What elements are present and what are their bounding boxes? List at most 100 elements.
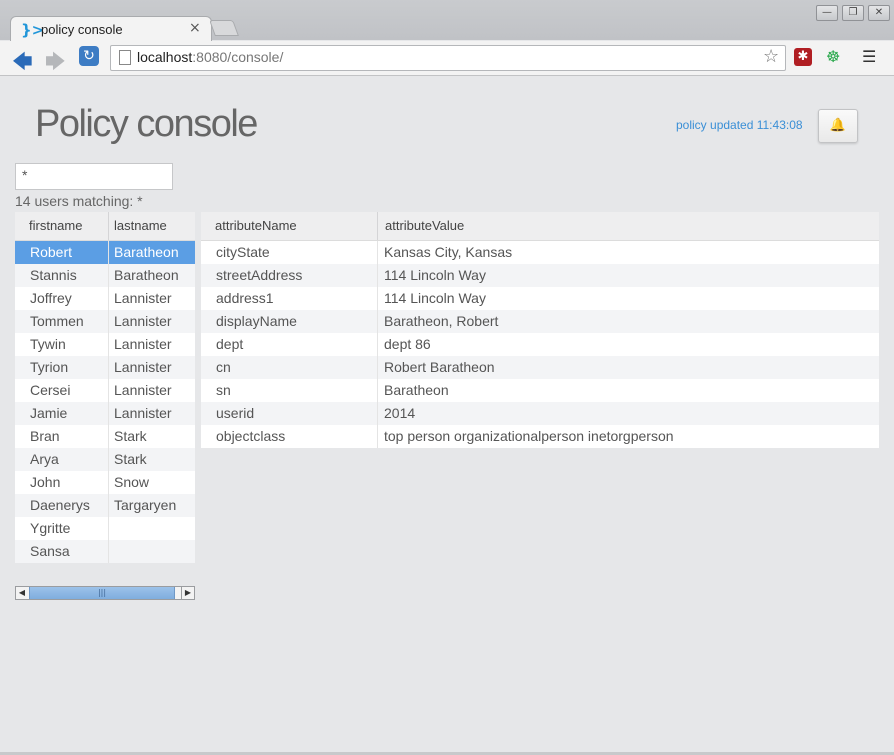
user-lastname: Stark [114,451,147,467]
page-title: Policy console [35,103,258,145]
user-row[interactable]: Ygritte [15,517,195,540]
column-header-firstname[interactable]: firstname [29,212,82,240]
attribute-value: Baratheon, Robert [384,313,499,329]
user-lastname: Lannister [114,336,172,352]
minimize-button[interactable]: — [816,5,838,21]
attribute-row[interactable]: cn Robert Baratheon [201,356,879,379]
user-firstname: Sansa [30,543,70,559]
horizontal-scrollbar[interactable]: ◀ ||| ▶ [15,586,195,600]
user-row[interactable]: Tywin Lannister [15,333,195,356]
url-host: localhost [137,49,193,65]
user-firstname: Cersei [30,382,71,398]
user-lastname: Lannister [114,382,172,398]
user-lastname: Lannister [114,359,172,375]
user-lastname: Baratheon [114,267,179,283]
user-row[interactable]: Joffrey Lannister [15,287,195,310]
browser-toolbar: 🡄 🡆 ↻ localhost:8080/console/ ☆ ✱ ☸ ☰ [0,41,894,76]
attribute-value: 114 Lincoln Way [384,267,486,283]
attribute-name: address1 [216,290,274,306]
column-header-attribute-name[interactable]: attributeName [215,212,297,240]
notify-button[interactable]: 🔔 [818,109,858,143]
attribute-row[interactable]: dept dept 86 [201,333,879,356]
user-row[interactable]: Tyrion Lannister [15,356,195,379]
attribute-row[interactable]: sn Baratheon [201,379,879,402]
attribute-row[interactable]: address1 114 Lincoln Way [201,287,879,310]
reload-icon[interactable]: ↻ [79,46,99,66]
policy-status: policy updated 11:43:08 [676,118,803,132]
attribute-value: top person organizationalperson inetorgp… [384,428,674,444]
users-grid-header: firstname lastname [15,212,195,241]
tab-policy-console[interactable]: }> policy console × [10,16,212,43]
attribute-value: dept 86 [384,336,431,352]
attribute-name: streetAddress [216,267,303,283]
hamburger-menu-icon[interactable]: ☰ [862,47,876,66]
attribute-value: Robert Baratheon [384,359,495,375]
attribute-row[interactable]: userid 2014 [201,402,879,425]
new-tab-button[interactable] [209,20,239,36]
attribute-name: userid [216,405,255,421]
url-path: :8080/console/ [192,49,284,65]
user-row[interactable]: Daenerys Targaryen [15,494,195,517]
tab-strip: }> policy console × — ❐ ✕ [0,0,894,43]
attribute-name: dept [216,336,244,352]
user-lastname: Stark [114,428,147,444]
scroll-left-icon[interactable]: ◀ [16,587,28,599]
user-lastname: Lannister [114,313,172,329]
user-firstname: Joffrey [30,290,72,306]
search-input[interactable]: * [15,163,173,190]
close-window-button[interactable]: ✕ [868,5,890,21]
bell-icon: 🔔 [829,118,847,133]
user-firstname: Ygritte [30,520,71,536]
attribute-name: cityState [216,244,270,260]
attribute-value: Baratheon [384,382,449,398]
forward-arrow-icon[interactable]: 🡆 [45,47,66,81]
user-row[interactable]: John Snow [15,471,195,494]
attribute-row[interactable]: streetAddress 114 Lincoln Way [201,264,879,287]
user-lastname: Lannister [114,405,172,421]
attribute-name: sn [216,382,231,398]
attribute-value: 2014 [384,405,416,421]
attribute-row[interactable]: displayName Baratheon, Robert [201,310,879,333]
user-firstname: Stannis [30,267,77,283]
user-row[interactable]: Jamie Lannister [15,402,195,425]
attribute-value: Kansas City, Kansas [384,244,513,260]
user-row[interactable]: Arya Stark [15,448,195,471]
page-icon [119,50,131,65]
user-firstname: John [30,474,61,490]
user-row[interactable]: Tommen Lannister [15,310,195,333]
user-firstname: Tyrion [30,359,69,375]
maximize-button[interactable]: ❐ [842,5,864,21]
user-firstname: Tommen [30,313,84,329]
match-count-label: 14 users matching: * [15,193,143,209]
address-bar[interactable]: localhost:8080/console/ ☆ [110,45,786,71]
tab-title: policy console [41,22,123,37]
attribute-name: cn [216,359,231,375]
scroll-right-icon[interactable]: ▶ [181,587,194,599]
column-header-lastname[interactable]: lastname [114,212,167,240]
user-firstname: Robert [30,244,73,260]
attribute-row[interactable]: cityState Kansas City, Kansas [201,241,879,264]
user-firstname: Arya [30,451,59,467]
back-arrow-icon[interactable]: 🡄 [12,47,33,81]
url-text: localhost:8080/console/ [137,49,283,65]
attribute-row[interactable]: objectclass top person organizationalpers… [201,425,879,448]
star-icon[interactable]: ☆ [763,46,779,67]
user-row[interactable]: Stannis Baratheon [15,264,195,287]
user-row[interactable]: Bran Stark [15,425,195,448]
user-lastname: Baratheon [114,244,179,260]
scroll-thumb[interactable]: ||| [29,587,175,599]
user-lastname: Snow [114,474,150,490]
green-extension-icon[interactable]: ☸ [826,47,840,66]
user-row[interactable]: Cersei Lannister [15,379,195,402]
attributes-grid-header: attributeName attributeValue [201,212,879,241]
attribute-name: objectclass [216,428,286,444]
user-firstname: Tywin [30,336,66,352]
user-firstname: Bran [30,428,60,444]
red-asterisk-extension-icon[interactable]: ✱ [794,48,812,66]
tab-close-icon[interactable]: × [189,20,201,36]
user-row[interactable]: Robert Baratheon [15,241,195,264]
attribute-value: 114 Lincoln Way [384,290,486,306]
column-header-attribute-value[interactable]: attributeValue [385,212,464,240]
user-row[interactable]: Sansa [15,540,195,563]
attributes-grid: attributeName attributeValue cityState Ka… [201,212,879,448]
